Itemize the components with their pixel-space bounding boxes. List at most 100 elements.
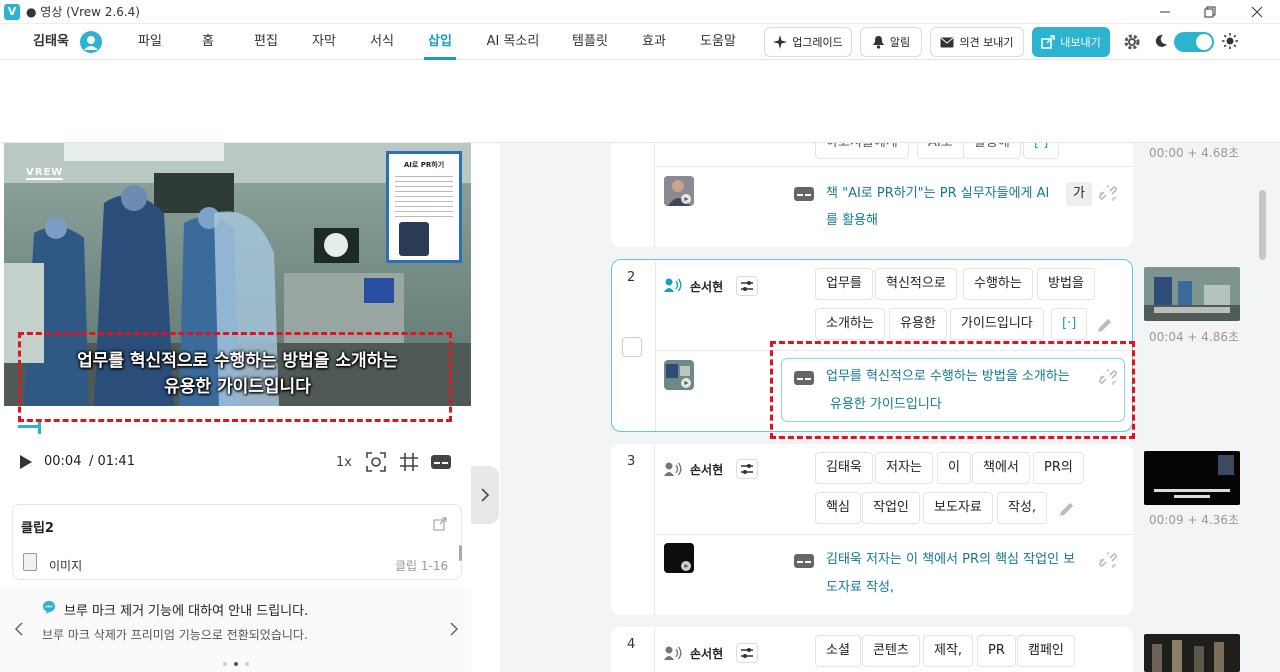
word-chip[interactable]: 수행하는 [963,268,1033,300]
font-style-badge[interactable]: 가 [1066,182,1092,206]
sfx-button[interactable]: 효과음 [744,78,794,120]
next-notice-button[interactable] [449,622,459,636]
subtitle-text-line2[interactable]: 를 활용해 [826,207,878,235]
word-chip[interactable]: 이 [937,452,971,484]
close-button[interactable] [1234,0,1280,24]
word-chip[interactable]: 가이드입니다 [950,308,1044,340]
menu-format[interactable]: 서식 [366,24,398,60]
book-cover-overlay[interactable]: AI로 PR하기 [386,151,462,263]
record-button[interactable]: 녹화 및 녹음 [818,78,892,120]
user-name[interactable]: 김태욱 [30,24,72,60]
ai-image-button[interactable]: AI 이미지 [428,78,480,120]
editor-scrollbar[interactable] [1259,190,1266,260]
word-chip[interactable]: 작업인 [862,492,920,524]
menu-subtitle[interactable]: 자막 [308,24,340,60]
screenshot-button[interactable] [366,452,386,472]
sparkle-icon [773,35,788,49]
word-chip[interactable]: PR [977,635,1016,667]
speaker-name[interactable]: 손서현 [690,645,723,662]
word-chip[interactable]: 소셜 [815,635,861,667]
word-chip[interactable]: 핵심 [815,492,861,524]
alarm-button[interactable]: 알림 [860,27,922,57]
word-chip[interactable]: 소개하는 [815,308,885,340]
clip-checkbox[interactable] [622,337,642,357]
free-image-button[interactable]: 무료 이미지 · 비디오 [262,78,328,132]
shape-button[interactable]: 도형 [360,78,404,120]
word-chip[interactable]: 보도자료 [923,492,993,524]
edit-pencil-icon[interactable] [1058,500,1076,518]
minimize-button[interactable] [1142,0,1188,24]
menu-insert[interactable]: 삽입 [424,24,456,60]
clip-thumbnail[interactable] [1144,634,1240,672]
word-chip[interactable]: PR의 [1033,452,1084,484]
speaker-name[interactable]: 손서현 [690,278,723,295]
menu-edit[interactable]: 편집 [250,24,282,60]
word-chip[interactable]: 업무를 [815,268,873,300]
notice-pagination[interactable] [222,656,252,666]
menu-help[interactable]: 도움말 [696,24,740,60]
empty-clip-button[interactable]: 빈 클립 [910,78,970,120]
bgm-button[interactable]: 배경 음악 [670,78,726,120]
clip-thumbnail[interactable] [1144,267,1240,321]
chevron-down-icon[interactable] [974,96,986,106]
word-chip[interactable]: AI로 [917,127,964,159]
clip-thumbnail-small[interactable] [664,176,694,206]
speaker-settings-button[interactable] [736,459,758,479]
ai-auto-insert-button[interactable]: AI 이미지 자동 삽입 [496,78,558,132]
word-chip[interactable]: 콘텐츠 [862,635,920,667]
unlink-icon[interactable] [1099,551,1117,569]
export-button[interactable]: 내보내기 [1032,27,1110,57]
edit-pencil-icon[interactable] [1096,316,1114,334]
word-chip[interactable]: 제작, [923,635,974,667]
word-chip[interactable]: 활용해 [963,127,1021,159]
menu-effect[interactable]: 효과 [638,24,670,60]
word-chip[interactable]: 작성, [997,492,1048,524]
chevron-down-icon[interactable] [330,96,342,106]
panel-collapse-button[interactable] [471,466,499,524]
prev-notice-button[interactable] [14,622,24,636]
speaker-settings-button[interactable] [736,276,758,296]
speaker-settings-button[interactable] [736,643,758,663]
basic-text-button[interactable]: 기본 텍스트 [20,78,84,120]
clip-thumbnail-small[interactable] [664,543,694,573]
menu-ai-voice[interactable]: AI 목소리 [482,24,544,60]
grid-button[interactable] [399,452,419,472]
subtitle-text-line1[interactable]: 책 "AI로 PR하기"는 PR 실무자들에게 AI [826,180,1049,208]
chat-bubble-icon [42,600,56,614]
toolbar-divider [568,76,569,126]
feedback-button[interactable]: 의견 보내기 [930,27,1024,57]
word-chip[interactable]: 저자는 [875,452,933,484]
clip-scrollbar[interactable] [459,545,462,561]
menu-file[interactable]: 파일 [132,24,168,60]
restore-button[interactable] [1187,0,1233,24]
timeline-progress[interactable] [18,425,40,428]
character-button[interactable]: 캐릭터 [586,78,638,120]
clip-thumbnail[interactable] [1144,451,1240,505]
word-chip[interactable]: 혁신적으로 [875,268,957,300]
design-text-button[interactable]: 디자인 텍스트 [90,78,158,120]
unlink-icon[interactable] [1099,184,1117,202]
word-chip[interactable]: 하고지를에게 [815,127,909,159]
word-chip[interactable]: 캠페인 [1017,635,1075,667]
image-video-button[interactable]: 이미지 · 비디오 [174,78,246,120]
word-chip[interactable]: 방법을 [1037,268,1095,300]
play-button[interactable] [18,454,34,470]
theme-toggle[interactable] [1174,32,1214,52]
word-chip[interactable]: 김태욱 [815,452,873,484]
menu-template[interactable]: 템플릿 [568,24,612,60]
pause-chip[interactable]: [·] [1023,127,1060,159]
clip-thumbnail-small[interactable] [664,360,694,390]
open-external-button[interactable] [433,517,447,531]
word-chip[interactable]: 책에서 [972,452,1030,484]
playback-speed[interactable]: 1x [336,455,352,470]
avatar-icon[interactable] [80,31,102,53]
subtitle-text-line2[interactable]: 도자료 작성, [826,574,894,602]
menu-home[interactable]: 홈 [194,24,222,60]
pause-chip[interactable]: [·] [1051,308,1088,340]
subtitle-text-line1[interactable]: 김태욱 저자는 이 책에서 PR의 핵심 작업인 보 [826,546,1075,574]
subtitle-toggle-button[interactable] [430,454,452,470]
speaker-name[interactable]: 손서현 [690,461,723,478]
word-chip[interactable]: 유용한 [889,308,947,340]
upgrade-button[interactable]: 업그레이드 [764,27,852,57]
settings-button[interactable] [1122,32,1142,52]
